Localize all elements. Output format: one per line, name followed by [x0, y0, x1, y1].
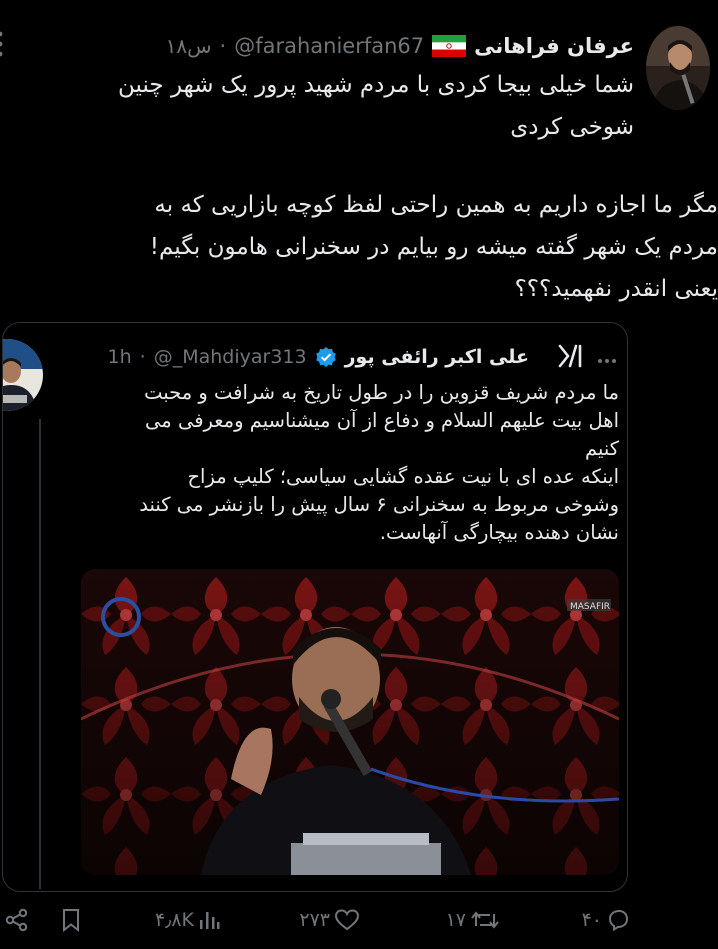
quoted-text-line: نشان دهنده بیچارگی آنهاست. [379, 521, 619, 544]
x-grok-logo-icon[interactable] [557, 343, 583, 369]
bookmark-icon [60, 908, 82, 932]
tweet-detail: عرفان فراهانی @farahanierfan67 · ۱۸س شما… [0, 0, 718, 949]
reply-icon [606, 908, 630, 932]
bookmark-button[interactable] [60, 900, 82, 940]
views-button[interactable]: ۴٫۸K [155, 900, 220, 940]
like-button[interactable]: ۲۷۳ [299, 900, 360, 940]
tweet-text-line: شما خیلی بیجا کردی با مردم شهید پرور یک … [118, 72, 634, 98]
quoted-more-icon[interactable] [597, 349, 617, 363]
author-handle[interactable]: @farahanierfan67 [234, 34, 424, 58]
tweet-text-line: مردم یک شهر گفته میشه رو بیایم در سخنران… [149, 234, 718, 260]
verified-badge-icon [315, 346, 337, 368]
quoted-text-line: اهل بیت علیهم السلام و دفاع از آن میشناس… [145, 409, 619, 432]
author-avatar[interactable] [646, 26, 710, 110]
author-name[interactable]: عرفان فراهانی [474, 34, 634, 58]
quoted-text-line: وشوخی مربوط به سخنرانی ۶ سال پیش را بازن… [139, 493, 619, 516]
quoted-text-line: اینکه عده ای با نیت عقده گشایی سیاسی؛ کل… [187, 465, 619, 488]
quoted-text-line: کنیم [584, 437, 619, 460]
quoted-thread-line [39, 419, 41, 889]
tweet-text-line: یعنی انقدر نفهمید؟؟؟ [514, 276, 718, 302]
repost-icon [470, 908, 500, 932]
tweet-action-bar: ۴۰ ۱۷ ۲۷۳ ۴٫۸K [0, 900, 718, 940]
tweet-text: شما خیلی بیجا کردی با مردم شهید پرور یک … [0, 64, 634, 148]
tweet-time[interactable]: ۱۸س [166, 34, 212, 58]
repost-button[interactable]: ۱۷ [446, 900, 500, 940]
iran-flag-icon [432, 35, 467, 57]
views-icon [198, 908, 220, 932]
quoted-author-avatar[interactable] [3, 339, 43, 411]
like-count: ۲۷۳ [299, 909, 330, 931]
more-vertical-icon[interactable] [0, 30, 4, 60]
quoted-tweet-card[interactable]: علی اکبر رائفی پور @_Mahdiyar313 · 1h ما… [2, 322, 628, 892]
tweet-text-paragraph: مگر ما اجازه داریم به همین راحتی لفظ کوچ… [0, 184, 718, 310]
like-icon [334, 908, 360, 932]
separator-dot: · [139, 346, 146, 368]
views-count: ۴٫۸K [154, 909, 194, 931]
media-watermark: MASAFIR [570, 602, 610, 612]
reply-count: ۴۰ [581, 909, 602, 931]
repost-count: ۱۷ [445, 909, 466, 931]
quoted-text-line: ما مردم شریف قزوین را در طول تاریخ به شر… [144, 381, 619, 404]
share-button[interactable] [4, 900, 30, 940]
separator-dot: · [219, 34, 227, 58]
quoted-author-name[interactable]: علی اکبر رائفی پور [345, 346, 529, 368]
quoted-tweet-header: علی اکبر رائفی پور @_Mahdiyar313 · 1h [108, 339, 529, 375]
tweet-text-line: مگر ما اجازه داریم به همین راحتی لفظ کوچ… [154, 192, 718, 218]
quoted-author-handle[interactable]: @_Mahdiyar313 [154, 346, 307, 368]
share-icon [4, 908, 30, 932]
reply-button[interactable]: ۴۰ [582, 900, 630, 940]
tweet-text-line: شوخی کردی [510, 114, 634, 140]
tweet-header: عرفان فراهانی @farahanierfan67 · ۱۸س [166, 26, 634, 66]
quoted-tweet-time[interactable]: 1h [108, 346, 132, 368]
quoted-video-thumbnail[interactable]: MASAFIR [81, 569, 619, 875]
quoted-tweet-text: ما مردم شریف قزوین را در طول تاریخ به شر… [59, 373, 619, 547]
